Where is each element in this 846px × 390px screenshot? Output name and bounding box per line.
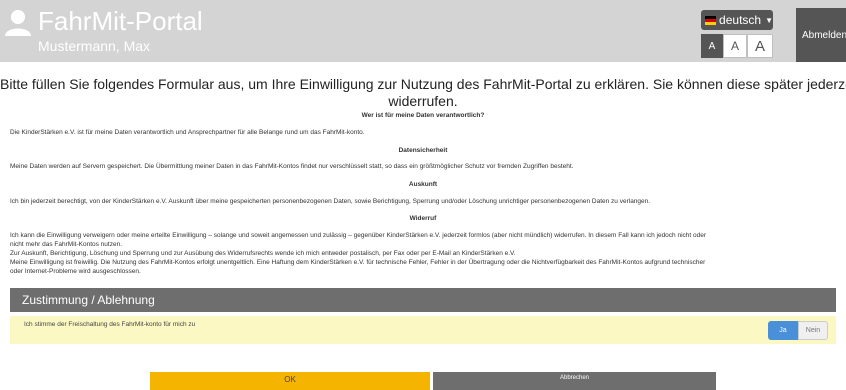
cancel-button[interactable]: Abbrechen (433, 372, 716, 390)
language-select[interactable]: deutsch ▼ (701, 10, 773, 30)
font-size-large-button[interactable]: A (747, 34, 773, 58)
app-title: FahrMit-Portal (38, 6, 203, 36)
top-header: FahrMit-Portal Mustermann, Max deutsch ▼… (0, 0, 846, 62)
consent-row: Ich stimme der Freischaltung des FahrMit… (10, 316, 836, 344)
logout-button[interactable]: Abmelden (796, 8, 846, 62)
font-size-small-button[interactable]: A (701, 34, 723, 58)
text-revoke-2: nicht mehr das FahrMit-Kontos nutzen. (10, 241, 122, 248)
intro-text-line2: widerrufen. (388, 93, 458, 109)
text-responsible: Die KinderStärken e.V. ist für meine Dat… (10, 129, 365, 136)
heading-revoke: Widerruf (409, 215, 437, 222)
terms-scroll-area[interactable]: Wer ist für meine Daten verantwortlich? … (0, 110, 846, 288)
text-revoke-5: oder Internet-Probleme wird ausgeschloss… (10, 268, 141, 275)
heading-info: Auskunft (408, 181, 438, 188)
ok-button[interactable]: OK (150, 372, 430, 390)
text-info: Ich bin jederzeit berechtigt, von der Ki… (10, 198, 651, 205)
heading-responsible: Wer ist für meine Daten verantwortlich? (361, 112, 485, 119)
user-icon (5, 10, 31, 36)
font-size-controls: A A A (701, 34, 773, 58)
text-security: Meine Daten werden auf Servern gespeiche… (10, 163, 574, 170)
intro-text-line1: Bitte füllen Sie folgendes Formular aus,… (0, 76, 846, 92)
user-name: Mustermann, Max (38, 38, 151, 54)
consent-question: Ich stimme der Freischaltung des FahrMit… (24, 321, 196, 328)
no-toggle-button[interactable]: Nein (798, 321, 828, 340)
heading-security: Datensicherheit (398, 147, 448, 154)
font-size-medium-button[interactable]: A (723, 34, 747, 58)
text-revoke-3: Zur Auskunft, Berichtigung, Löschung und… (10, 250, 516, 257)
caret-down-icon: ▼ (765, 15, 773, 25)
consent-section-title: Zustimmung / Ablehnung (10, 288, 836, 312)
text-revoke-1: Ich kann die Einwilligung verweigern ode… (10, 232, 707, 239)
yes-toggle-button[interactable]: Ja (768, 321, 798, 340)
german-flag-icon (705, 15, 717, 25)
text-revoke-4: Meine Einwilligung ist freiwillig. Die N… (10, 259, 706, 266)
language-label: deutsch (719, 13, 762, 27)
